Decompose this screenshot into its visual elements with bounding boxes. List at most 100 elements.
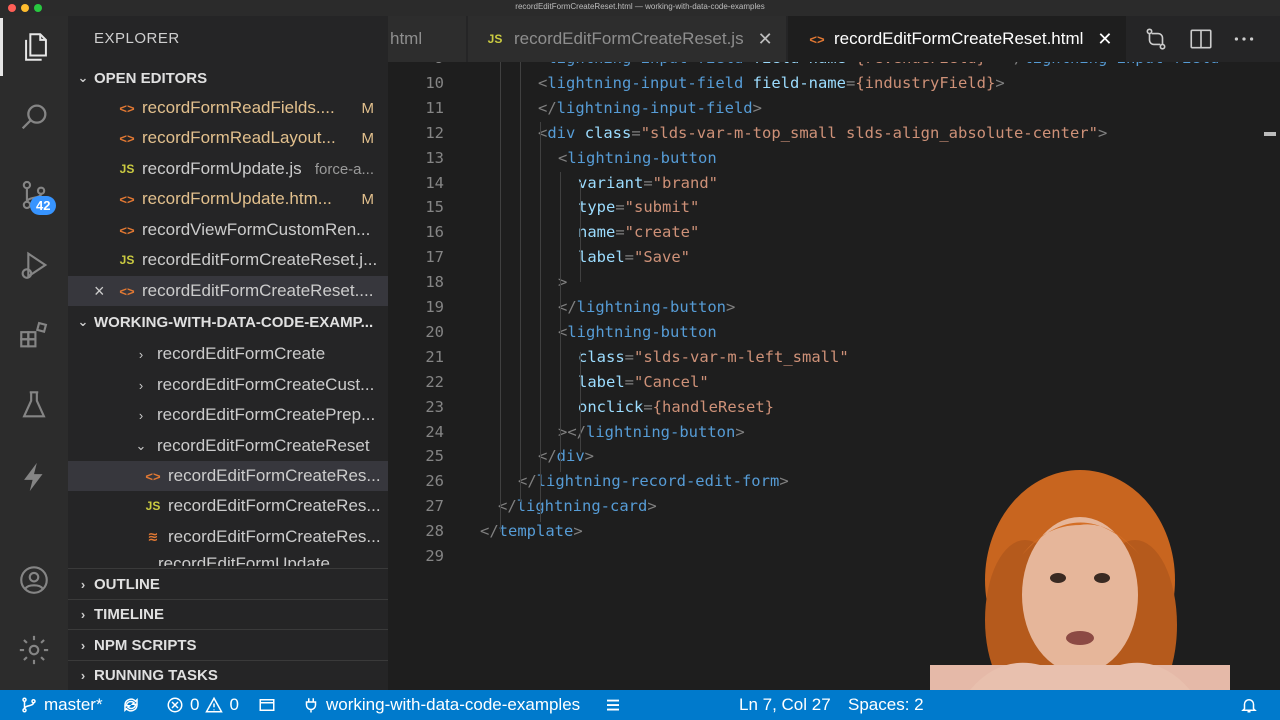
tab-label: recordEditFormCreateReset.js: [514, 29, 744, 48]
open-editors-header[interactable]: ⌄ OPEN EDITORS: [68, 63, 388, 93]
open-editor-item[interactable]: <> recordFormUpdate.htm... M: [68, 184, 388, 214]
problems-indicator[interactable]: 0 0: [166, 690, 239, 720]
chevron-right-icon: ›: [80, 576, 86, 592]
code-line[interactable]: 16 name="create": [388, 223, 1280, 248]
code-text: </div>: [538, 447, 595, 466]
code-line[interactable]: 9 <lightning-input-field field-name={reve…: [388, 62, 1280, 74]
code-line[interactable]: 12 <div class="slds-var-m-top_small slds-…: [388, 124, 1280, 149]
file-name: recordEditFormCreateReset....: [142, 281, 374, 300]
browser-window-icon: [259, 699, 275, 711]
open-changes-icon[interactable]: [1143, 26, 1169, 52]
code-line[interactable]: 15 type="submit": [388, 198, 1280, 223]
open-editor-item[interactable]: <> recordFormReadLayout... M: [68, 123, 388, 153]
code-line[interactable]: 14 variant="brand": [388, 174, 1280, 199]
sync-icon: [124, 697, 138, 713]
line-number: 21: [425, 347, 444, 366]
code-line[interactable]: 10 <lightning-input-field field-name={ind…: [388, 74, 1280, 99]
indentation-setting[interactable]: Spaces: 2: [848, 690, 924, 720]
salesforce-activity[interactable]: [0, 448, 68, 506]
file-item-active[interactable]: <> recordEditFormCreateRes...: [68, 461, 388, 491]
open-editor-item-active[interactable]: × <> recordEditFormCreateReset....: [68, 276, 388, 306]
modified-badge: M: [361, 129, 375, 147]
tab-html-partial[interactable]: html: [388, 16, 466, 62]
settings-activity[interactable]: [0, 621, 68, 679]
tab-html-active[interactable]: <> recordEditFormCreateReset.html ✕: [788, 16, 1126, 62]
open-editor-item[interactable]: <> recordFormReadFields.... M: [68, 93, 388, 123]
code-line[interactable]: 11 </lightning-input-field>: [388, 99, 1280, 124]
open-editor-item[interactable]: JS recordFormUpdate.js force-a...: [68, 154, 388, 184]
menu-button[interactable]: [604, 690, 628, 720]
error-count: 0: [190, 695, 200, 714]
outline-header[interactable]: › OUTLINE: [68, 569, 388, 599]
source-control-activity[interactable]: 42: [0, 166, 68, 224]
close-icon[interactable]: ×: [94, 281, 112, 302]
code-line[interactable]: 20 <lightning-button: [388, 323, 1280, 348]
testing-activity[interactable]: [0, 376, 68, 434]
minimap-slider[interactable]: [1264, 132, 1276, 136]
folder-item[interactable]: › recordEditFormCreate: [68, 339, 388, 369]
run-debug-activity[interactable]: [0, 236, 68, 294]
timeline-header[interactable]: › TIMELINE: [68, 599, 388, 629]
line-number: 24: [425, 422, 444, 441]
line-number: 25: [425, 447, 444, 466]
code-line[interactable]: 13 <lightning-button: [388, 149, 1280, 174]
file-name: recordViewFormCustomRen...: [142, 220, 371, 239]
notifications-button[interactable]: [1240, 690, 1264, 720]
running-tasks-header[interactable]: › RUNNING TASKS: [68, 660, 388, 690]
split-editor-icon[interactable]: [1188, 26, 1214, 52]
project-indicator[interactable]: working-with-data-code-examples: [302, 690, 580, 720]
extensions-activity[interactable]: [0, 306, 68, 364]
folder-item[interactable]: › recordEditFormCreateCust...: [68, 370, 388, 400]
org-browser-button[interactable]: [258, 690, 282, 720]
npm-scripts-header[interactable]: › NPM SCRIPTS: [68, 630, 388, 660]
file-item[interactable]: ≋ recordEditFormCreateRes...: [68, 522, 388, 552]
tab-js[interactable]: JS recordEditFormCreateReset.js ✕: [468, 16, 786, 62]
line-number: 11: [425, 98, 444, 117]
file-item[interactable]: JS recordEditFormCreateRes...: [68, 491, 388, 521]
window-title: recordEditFormCreateReset.html — working…: [515, 2, 765, 11]
line-number: 20: [425, 322, 444, 341]
html-file-icon: <>: [119, 222, 135, 238]
modified-badge: M: [361, 190, 375, 208]
tab-bar: html JS recordEditFormCreateReset.js ✕ <…: [388, 16, 1280, 62]
code-text: name="create": [578, 223, 700, 242]
close-icon[interactable]: ✕: [758, 29, 773, 50]
sync-button[interactable]: [122, 690, 146, 720]
more-actions-icon[interactable]: [1231, 26, 1257, 52]
presenter-webcam: [930, 460, 1230, 690]
accounts-activity[interactable]: [0, 551, 68, 609]
cursor-position[interactable]: Ln 7, Col 27: [739, 690, 831, 720]
indent-guide: [500, 62, 501, 532]
line-number: 9: [388, 62, 444, 67]
branch-indicator[interactable]: master*: [20, 690, 103, 720]
folder-item[interactable]: › recordEditFormCreatePrep...: [68, 400, 388, 430]
js-file-icon: JS: [119, 162, 135, 176]
code-line[interactable]: 22 label="Cancel": [388, 373, 1280, 398]
code-line[interactable]: 17 label="Save": [388, 248, 1280, 273]
code-line[interactable]: 24 ></lightning-button>: [388, 423, 1280, 448]
chevron-down-icon: ⌄: [77, 70, 89, 85]
open-editor-item[interactable]: <> recordViewFormCustomRen...: [68, 215, 388, 245]
code-line[interactable]: 21 class="slds-var-m-left_small": [388, 348, 1280, 373]
close-icon[interactable]: ✕: [1097, 29, 1112, 50]
open-editor-item[interactable]: JS recordEditFormCreateReset.j...: [68, 245, 388, 275]
tab-label: recordEditFormCreateReset.html: [834, 29, 1084, 48]
file-name: recordFormUpdate.js: [142, 159, 302, 178]
line-number: 27: [425, 497, 444, 516]
code-line[interactable]: 19 </lightning-button>: [388, 298, 1280, 323]
code-text: label="Save": [578, 248, 691, 267]
warning-count: 0: [229, 695, 239, 714]
html-file-icon: <>: [119, 130, 135, 146]
workspace-header[interactable]: ⌄ WORKING-WITH-DATA-CODE-EXAMP...: [68, 307, 388, 337]
explorer-activity[interactable]: [0, 18, 68, 76]
code-line[interactable]: 18 >: [388, 273, 1280, 298]
folder-item[interactable]: ⌄ recordEditFormCreateReset: [68, 431, 388, 461]
search-activity[interactable]: [0, 88, 68, 146]
code-line[interactable]: 23 onclick={handleReset}: [388, 398, 1280, 423]
bell-icon: [1241, 699, 1257, 713]
scm-count-badge: 42: [30, 196, 57, 215]
plug-icon: [305, 698, 317, 713]
folder-item-partial[interactable]: recordEditFormUpdate: [68, 552, 388, 566]
open-editors-label: OPEN EDITORS: [94, 69, 208, 87]
run-debug-icon: [21, 251, 48, 279]
